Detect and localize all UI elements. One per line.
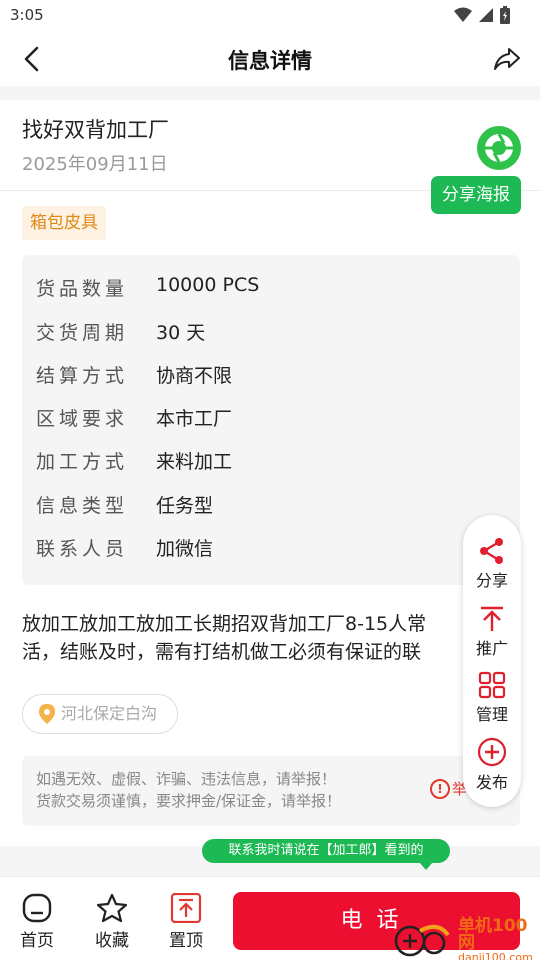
grid-icon bbox=[478, 671, 506, 699]
share-nodes-icon bbox=[480, 538, 503, 564]
category-tag: 箱包皮具 bbox=[22, 206, 106, 240]
description-line: 放加工放加工放加工长期招双背加工厂8-15人常 bbox=[22, 613, 427, 635]
post-date: 2025年09月11日 bbox=[22, 154, 168, 175]
status-time: 3:05 bbox=[10, 6, 44, 24]
spec-key: 区域要求 bbox=[36, 408, 129, 430]
contact-hint-bubble: 联系我时请说在【加工郎】看到的 bbox=[202, 839, 450, 863]
spec-value: 任务型 bbox=[156, 495, 214, 517]
warning-line: 货款交易须谨慎，要求押金/保证金，请举报！ bbox=[36, 792, 342, 810]
home-icon bbox=[22, 893, 52, 923]
side-publish-label: 发布 bbox=[475, 773, 508, 792]
side-manage-button[interactable]: 管理 bbox=[463, 671, 521, 737]
watermark-text: 单机100网 danji100.com bbox=[458, 918, 540, 960]
status-bar: 3:05 bbox=[0, 0, 540, 32]
spec-key: 联系人员 bbox=[36, 538, 129, 560]
spec-value: 协商不限 bbox=[156, 365, 233, 387]
spec-value: 加微信 bbox=[156, 538, 214, 560]
battery-icon bbox=[500, 6, 510, 24]
warning-box: 如遇无效、虚假、诈骗、违法信息，请举报！ 货款交易须谨慎，要求押金/保证金，请举… bbox=[22, 756, 520, 826]
tab-favorite-label: 收藏 bbox=[95, 931, 129, 951]
post-description: 放加工放加工放加工长期招双背加工厂8-15人常 活，结账及时，需有打结机做工必须有… bbox=[22, 610, 502, 666]
location-pin-icon bbox=[39, 704, 55, 724]
side-share-label: 分享 bbox=[475, 571, 508, 590]
side-share-button[interactable]: 分享 bbox=[463, 537, 521, 603]
location-text: 河北保定白沟 bbox=[61, 704, 158, 723]
spec-table: 货品数量 10000 PCS 交货周期 30 天 结算方式 协商不限 区域要求 本市工厂… bbox=[22, 255, 520, 585]
arrow-up-bar-icon bbox=[481, 606, 503, 631]
tab-pin-top[interactable]: 置顶 bbox=[156, 893, 216, 951]
description-line: 活，结账及时，需有打结机做工必须有保证的联 bbox=[22, 641, 422, 663]
shutter-logo-icon bbox=[477, 126, 521, 170]
pin-top-icon bbox=[170, 893, 202, 923]
page-title: 信息详情 bbox=[228, 49, 312, 73]
spec-value: 来料加工 bbox=[156, 451, 233, 473]
status-icons bbox=[454, 6, 510, 24]
plus-circle-icon bbox=[477, 737, 507, 767]
spec-key: 加工方式 bbox=[36, 451, 129, 473]
side-promote-label: 推广 bbox=[475, 639, 508, 658]
report-button[interactable]: ! 举 bbox=[430, 778, 467, 799]
tab-home[interactable]: 首页 bbox=[7, 893, 67, 951]
floating-action-menu: 分享 推广 管理 发布 bbox=[463, 515, 521, 807]
side-manage-label: 管理 bbox=[475, 705, 508, 724]
watermark-url: danji100.com bbox=[458, 951, 533, 960]
hint-arrow bbox=[419, 862, 433, 870]
spec-key: 结算方式 bbox=[36, 365, 129, 387]
watermark-logo-icon bbox=[394, 921, 454, 960]
star-icon bbox=[96, 893, 128, 923]
share-arrow-icon[interactable] bbox=[492, 44, 522, 74]
side-publish-button[interactable]: 发布 bbox=[463, 737, 521, 803]
signal-icon bbox=[479, 8, 493, 22]
warning-line: 如遇无效、虚假、诈骗、违法信息，请举报！ bbox=[36, 770, 337, 788]
spec-key: 交货周期 bbox=[36, 322, 129, 344]
spec-key: 货品数量 bbox=[36, 278, 129, 300]
post-detail-card: 找好双背加工厂 2025年09月11日 分享海报 箱包皮具 货品数量 10000 … bbox=[0, 100, 540, 846]
spec-value: 本市工厂 bbox=[156, 408, 233, 430]
app-header: 信息详情 bbox=[0, 32, 540, 86]
spec-value: 10000 PCS bbox=[156, 274, 260, 296]
tab-pin-top-label: 置顶 bbox=[169, 931, 203, 951]
location-chip[interactable]: 河北保定白沟 bbox=[22, 694, 178, 734]
watermark: 单机100网 danji100.com bbox=[394, 918, 540, 960]
share-poster-button[interactable]: 分享海报 bbox=[431, 176, 521, 214]
post-title: 找好双背加工厂 bbox=[22, 118, 169, 142]
watermark-brand: 单机100网 bbox=[458, 916, 528, 953]
exclamation-icon: ! bbox=[430, 778, 450, 799]
wifi-icon bbox=[454, 7, 472, 22]
tab-favorite[interactable]: 收藏 bbox=[82, 893, 142, 951]
side-promote-button[interactable]: 推广 bbox=[463, 605, 521, 671]
spec-value: 30 天 bbox=[156, 322, 206, 344]
tab-home-label: 首页 bbox=[20, 931, 54, 951]
spec-key: 信息类型 bbox=[36, 495, 129, 517]
